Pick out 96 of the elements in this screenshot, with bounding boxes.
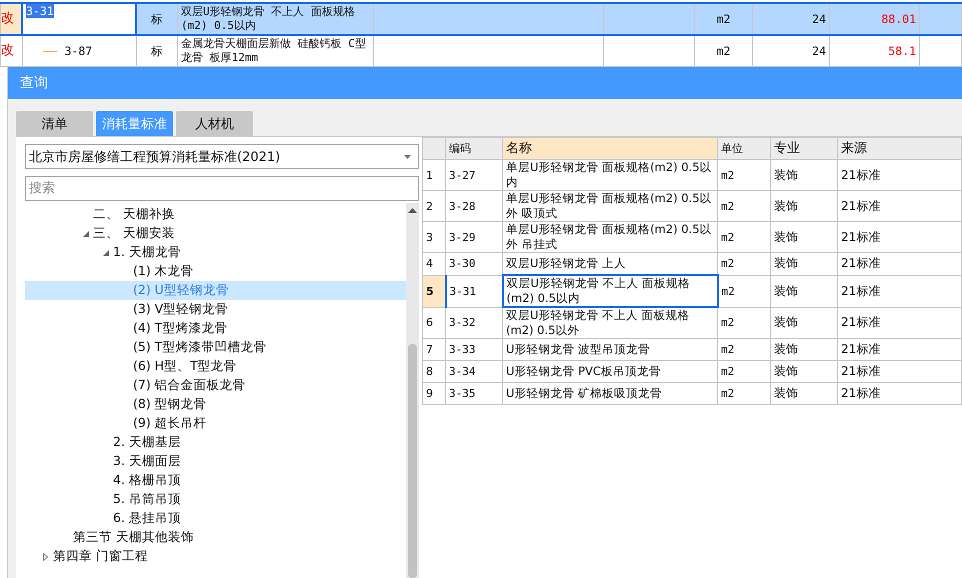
code-cell: 3-30: [446, 252, 502, 275]
tree-item[interactable]: (7) 铝合金面板龙骨: [133, 377, 246, 394]
type-cell: 标: [136, 3, 178, 35]
tree-item[interactable]: 三、 天棚安装: [93, 225, 175, 242]
tree-item[interactable]: 3. 天棚面层: [113, 453, 181, 470]
tree-item[interactable]: 第四章 门窗工程: [53, 548, 148, 565]
tree-item[interactable]: 6. 悬挂吊顶: [113, 510, 181, 527]
row-number: 5: [422, 275, 446, 307]
tree-item[interactable]: 二、 天棚补换: [93, 206, 175, 223]
name-cell[interactable]: U形轻钢龙骨 波型吊顶龙骨: [502, 338, 718, 360]
major-cell: 装饰: [770, 360, 838, 382]
major-cell: 装饰: [770, 275, 838, 307]
name-cell[interactable]: U形轻钢龙骨 矿棉板吸顶龙骨: [502, 382, 718, 404]
tree-item[interactable]: (5) T型烤漆带凹槽龙骨: [133, 339, 266, 356]
code-cell: 3-27: [446, 160, 502, 190]
major-cell: 装饰: [770, 252, 838, 275]
source-cell: 21标准: [838, 382, 962, 404]
major-cell: 装饰: [770, 382, 838, 404]
major-cell: 装饰: [770, 307, 838, 338]
search-field[interactable]: 搜索: [25, 176, 419, 201]
source-cell: 21标准: [838, 160, 962, 190]
scrollbar-thumb[interactable]: [408, 344, 417, 578]
collapsed-caret-icon[interactable]: [43, 552, 48, 560]
code-cell: 3-29: [446, 222, 502, 252]
tree-item[interactable]: (9) 超长吊杆: [133, 415, 207, 432]
source-cell: 21标准: [838, 360, 962, 382]
code-cell: 3-87: [64, 44, 92, 58]
tree-item[interactable]: 5. 吊筒吊顶: [113, 491, 181, 508]
source-cell: 21标准: [838, 307, 962, 338]
tree-item[interactable]: (6) H型、T型龙骨: [133, 358, 237, 375]
tree-item[interactable]: (1) 木龙骨: [133, 263, 194, 280]
major-cell: 装饰: [770, 338, 838, 360]
unit-cell: m2: [718, 382, 770, 404]
tree-item[interactable]: (8) 型钢龙骨: [133, 396, 207, 413]
code-cell: 3-34: [446, 360, 502, 382]
row-number: 2: [422, 190, 446, 222]
major-cell: 装饰: [770, 160, 838, 190]
row-number: 7: [422, 338, 446, 360]
unit-cell: m2: [694, 3, 752, 35]
code-cell: 3-35: [446, 382, 502, 404]
unit-cell: m2: [718, 360, 770, 382]
scroll-up-icon[interactable]: [408, 208, 417, 213]
code-cell: 3-28: [446, 190, 502, 222]
status-cell: 改: [0, 3, 22, 35]
name-cell[interactable]: 双层U形轻钢龙骨 不上人 面板规格(m2) 0.5以内: [502, 275, 718, 307]
column-header[interactable]: 来源: [838, 138, 962, 160]
tree-item[interactable]: (4) T型烤漆龙骨: [133, 320, 228, 337]
tree-item[interactable]: 第三节 天棚其他装饰: [73, 529, 194, 546]
source-cell: 21标准: [838, 252, 962, 275]
column-header[interactable]: 专业: [770, 138, 838, 160]
price-cell: 88.01: [830, 3, 920, 35]
unit-cell: m2: [718, 252, 770, 275]
major-cell: 装饰: [770, 190, 838, 222]
row-number: 4: [422, 252, 446, 275]
unit-cell: m2: [718, 222, 770, 252]
row-number: 3: [422, 222, 446, 252]
tree-item[interactable]: 2. 天棚基层: [113, 434, 181, 451]
unit-cell: m2: [718, 190, 770, 222]
column-header[interactable]: 编码: [446, 138, 502, 160]
tree-item[interactable]: 4. 格栅吊顶: [113, 472, 181, 489]
tree-connector: [42, 50, 56, 52]
dialog-title: 查询: [20, 74, 48, 92]
tab[interactable]: 人材机: [176, 111, 253, 136]
column-header[interactable]: 名称: [502, 138, 718, 160]
unit-cell: m2: [718, 160, 770, 190]
row-number: 8: [422, 360, 446, 382]
source-cell: 21标准: [838, 190, 962, 222]
row-number: 9: [422, 382, 446, 404]
expanded-caret-icon[interactable]: [102, 250, 108, 256]
unit-cell: m2: [718, 338, 770, 360]
unit-cell: m2: [718, 275, 770, 307]
source-cell: 21标准: [838, 222, 962, 252]
row-number: 1: [422, 160, 446, 190]
name-cell[interactable]: 单层U形轻钢龙骨 面板规格(m2) 0.5以外 吊挂式: [502, 222, 718, 252]
major-cell: 装饰: [770, 222, 838, 252]
expanded-caret-icon[interactable]: [82, 230, 88, 236]
tree-item[interactable]: (3) V型轻钢龙骨: [133, 301, 228, 318]
quantity-cell: 24: [752, 3, 830, 35]
source-cell: 21标准: [838, 275, 962, 307]
unit-cell: m2: [718, 307, 770, 338]
row-number: 6: [422, 307, 446, 338]
code-cell: 3-33: [446, 338, 502, 360]
column-header[interactable]: 单位: [718, 138, 770, 160]
name-cell[interactable]: 双层U形轻钢龙骨 不上人 面板规格(m2) 0.5以外: [502, 307, 718, 338]
code-cell[interactable]: 3-31: [26, 5, 54, 18]
tree-item[interactable]: 1. 天棚龙骨: [113, 244, 181, 261]
standard-dropdown[interactable]: 北京市房屋修缮工程预算消耗量标准(2021): [25, 144, 419, 169]
code-cell: 3-32: [446, 307, 502, 338]
caret-icon: [404, 154, 411, 158]
name-cell[interactable]: 单层U形轻钢龙骨 面板规格(m2) 0.5以内: [502, 160, 718, 190]
name-cell[interactable]: 单层U形轻钢龙骨 面板规格(m2) 0.5以外 吸顶式: [502, 190, 718, 222]
name-cell[interactable]: U形轻钢龙骨 PVC板吊顶龙骨: [502, 360, 718, 382]
source-cell: 21标准: [838, 338, 962, 360]
tab[interactable]: 清单: [16, 111, 93, 136]
scrollbar[interactable]: [406, 203, 419, 578]
name-cell: 双层U形轻钢龙骨 不上人 面板规格(m2) 0.5以内: [178, 3, 374, 35]
